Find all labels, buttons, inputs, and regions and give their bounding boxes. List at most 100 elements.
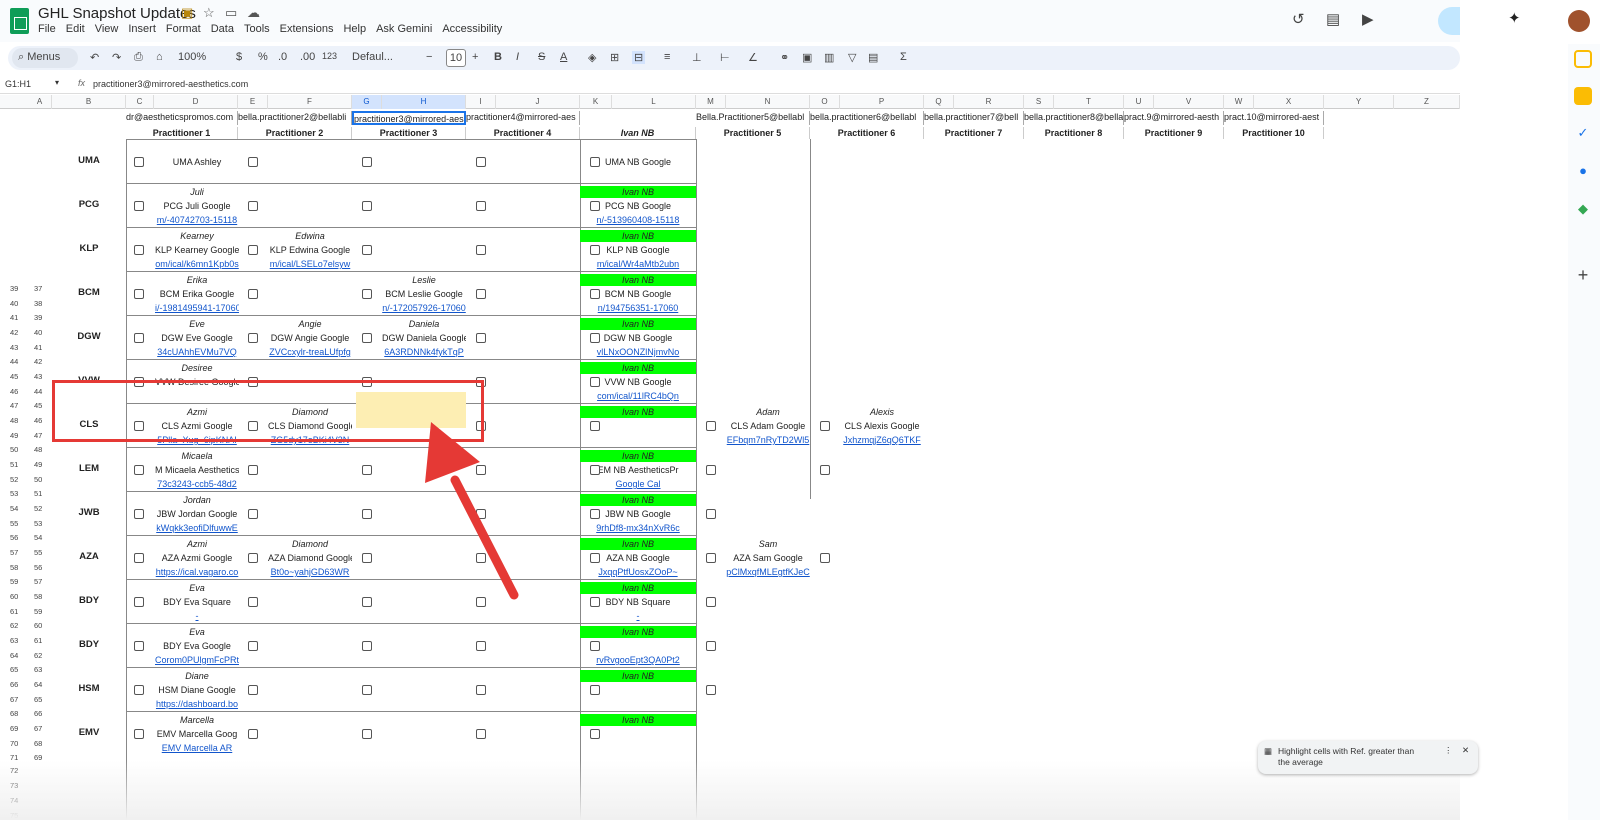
checkbox[interactable] (362, 641, 372, 651)
ivan-calendar-link[interactable]: - (580, 610, 696, 622)
checkbox[interactable] (706, 509, 716, 519)
menu-edit[interactable]: Edit (66, 23, 85, 35)
checkbox[interactable] (590, 201, 600, 211)
row-header[interactable] (0, 255, 52, 266)
column-header-A[interactable]: A (28, 95, 52, 109)
menus-search[interactable]: ⌕ Menus (12, 48, 78, 68)
sheets-logo-icon[interactable] (10, 8, 29, 34)
p3-calendar-link[interactable]: n/-172057926-17060 (382, 302, 466, 314)
practitioner-email[interactable]: practitioner4@mirrored-aes (466, 111, 580, 125)
menu-accessibility[interactable]: Accessibility (442, 23, 502, 35)
checkbox[interactable] (248, 157, 258, 167)
star-icon[interactable]: ☆ (203, 5, 215, 21)
row-header[interactable]: 63 61 (0, 636, 52, 647)
checkbox[interactable] (248, 465, 258, 475)
p1-calendar-link[interactable]: - (155, 610, 239, 622)
ivan-calendar-link[interactable]: rvRvgooEpt3QA0Pt2 (580, 654, 696, 666)
row-header[interactable]: 42 40 (0, 328, 52, 339)
fill-color-icon[interactable]: ◈ (588, 51, 596, 64)
column-header-F[interactable]: F (268, 95, 352, 109)
comments-icon[interactable]: ▤ (1326, 10, 1340, 28)
meet-icon[interactable]: ▶ (1362, 10, 1374, 28)
maps-icon[interactable]: ◆ (1574, 200, 1592, 218)
checkbox[interactable] (590, 421, 600, 431)
cloud-status-icon[interactable]: ☁ (247, 5, 260, 21)
column-header-K[interactable]: K (580, 95, 612, 109)
checkbox[interactable] (134, 509, 144, 519)
comment-icon[interactable]: ▣ (802, 51, 812, 64)
row-header[interactable]: 53 51 (0, 489, 52, 500)
menu-data[interactable]: Data (211, 23, 234, 35)
checkbox[interactable] (476, 729, 486, 739)
p1-calendar-link[interactable]: EMV Marcella AR (155, 742, 239, 754)
practitioner-email[interactable]: bella.practitioner8@bellabliss (1024, 111, 1124, 125)
checkbox[interactable] (706, 421, 716, 431)
row-header[interactable]: 62 60 (0, 621, 52, 632)
practitioner-email[interactable]: bella.practitioner2@bellabli (238, 111, 352, 125)
checkbox[interactable] (134, 729, 144, 739)
number-format-button[interactable]: 123 (322, 51, 337, 61)
checkbox[interactable] (134, 157, 144, 167)
checkbox[interactable] (590, 157, 600, 167)
checkbox[interactable] (476, 553, 486, 563)
column-header-R[interactable]: R (954, 95, 1024, 109)
ivan-calendar-link[interactable]: n/194756351-17060 (580, 302, 696, 314)
ivan-calendar-link[interactable]: m/ical/Wr4aMtb2ubn (580, 258, 696, 270)
column-header-T[interactable]: T (1054, 95, 1124, 109)
column-header-P[interactable]: P (840, 95, 924, 109)
checkbox[interactable] (362, 509, 372, 519)
checkbox[interactable] (476, 641, 486, 651)
column-header-W[interactable]: W (1224, 95, 1254, 109)
row-header[interactable]: 60 58 (0, 592, 52, 603)
checkbox[interactable] (706, 553, 716, 563)
star-icon-badge[interactable]: ▣ (181, 5, 193, 21)
row-header[interactable]: 67 65 (0, 695, 52, 706)
checkbox[interactable] (362, 245, 372, 255)
menu-tools[interactable]: Tools (244, 23, 270, 35)
checkbox[interactable] (248, 201, 258, 211)
checkbox[interactable] (820, 421, 830, 431)
ivan-calendar-link[interactable]: com/ical/11lRC4bQn (580, 390, 696, 402)
checkbox[interactable] (134, 201, 144, 211)
column-header-V[interactable]: V (1154, 95, 1224, 109)
column-header-M[interactable]: M (696, 95, 726, 109)
p1-calendar-link[interactable]: https://dashboard.bo (155, 698, 239, 710)
row-header[interactable]: 58 56 (0, 563, 52, 574)
checkbox[interactable] (476, 685, 486, 695)
row-header[interactable]: 43 41 (0, 343, 52, 354)
checkbox[interactable] (248, 685, 258, 695)
menu-view[interactable]: View (95, 23, 119, 35)
row-header[interactable]: 68 66 (0, 709, 52, 720)
row-header[interactable]: 57 55 (0, 548, 52, 559)
checkbox[interactable] (476, 201, 486, 211)
row-header[interactable]: 66 64 (0, 680, 52, 691)
checkbox[interactable] (706, 685, 716, 695)
checkbox[interactable] (362, 685, 372, 695)
decrease-font-icon[interactable]: − (426, 51, 432, 63)
align-horizontal-icon[interactable]: ≡ (664, 51, 670, 63)
ivan-calendar-link[interactable]: JxqqPtfUosxZOoP~ (580, 566, 696, 578)
checkbox[interactable] (590, 641, 600, 651)
row-header[interactable] (0, 152, 52, 163)
column-header-O[interactable]: O (810, 95, 840, 109)
checkbox[interactable] (590, 465, 600, 475)
checkbox[interactable] (590, 685, 600, 695)
checkbox[interactable] (362, 333, 372, 343)
increase-decimal-button[interactable]: .00 (300, 51, 315, 63)
row-header[interactable]: 70 68 (0, 739, 52, 750)
column-header-G[interactable]: G (352, 95, 382, 109)
column-header-C[interactable]: C (126, 95, 154, 109)
checkbox[interactable] (590, 377, 600, 387)
increase-font-icon[interactable]: + (472, 51, 478, 63)
practitioner-email[interactable]: Bella.Practitioner5@bellabl (696, 111, 810, 125)
row-header[interactable]: 49 47 (0, 431, 52, 442)
row-header[interactable]: 55 53 (0, 519, 52, 530)
checkbox[interactable] (134, 597, 144, 607)
ivan-calendar-link[interactable]: Google Cal (580, 478, 696, 490)
move-folder-icon[interactable]: ▭ (225, 5, 237, 21)
p1-calendar-link[interactable]: 73c3243-ccb5-48d2 (155, 478, 239, 490)
row-header[interactable]: 50 48 (0, 445, 52, 456)
link-icon[interactable]: ⚭ (780, 51, 789, 64)
checkbox[interactable] (134, 641, 144, 651)
column-header-E[interactable]: E (238, 95, 268, 109)
